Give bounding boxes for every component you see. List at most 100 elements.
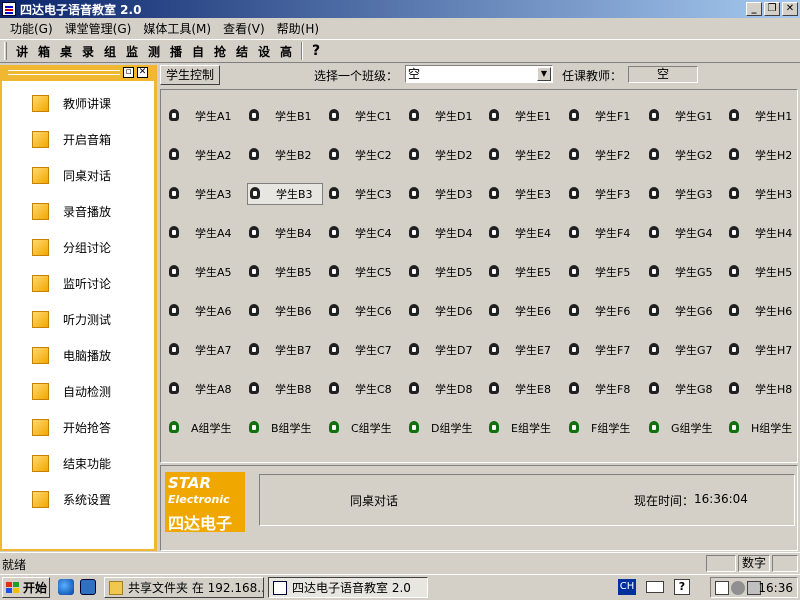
student-seat[interactable]: 学生A2 (167, 144, 232, 166)
student-seat[interactable]: 学生B5 (247, 261, 312, 283)
tool-lecture[interactable]: 讲 (11, 43, 33, 60)
sidebar-item-recording-playback[interactable]: 录音播放 (32, 201, 111, 221)
title-bar[interactable]: 四达电子语音教室 2.0 _ ❐ ✕ (0, 0, 800, 18)
student-seat[interactable]: 学生A1 (167, 105, 232, 127)
keyboard-icon[interactable] (646, 581, 664, 593)
tool-settings[interactable]: 设 (253, 43, 275, 60)
taskbar-clock[interactable]: 16:36 (758, 581, 793, 595)
group-seat[interactable]: A组学生 (167, 417, 232, 439)
student-seat[interactable]: 学生G3 (647, 183, 713, 205)
student-seat[interactable]: 学生D7 (407, 339, 472, 361)
student-seat[interactable]: 学生E3 (487, 183, 551, 205)
maximize-button[interactable]: ❐ (764, 2, 780, 16)
student-seat[interactable]: 学生D3 (407, 183, 472, 205)
menu-view[interactable]: 查看(V) (217, 20, 271, 37)
student-seat[interactable]: 学生F4 (567, 222, 630, 244)
menu-function[interactable]: 功能(G) (4, 20, 59, 37)
student-seat[interactable]: 学生A7 (167, 339, 232, 361)
student-seat[interactable]: 学生E6 (487, 300, 551, 322)
student-seat[interactable]: 学生B1 (247, 105, 312, 127)
student-seat[interactable]: 学生C3 (327, 183, 392, 205)
toolbar-grip[interactable] (4, 42, 7, 60)
student-seat[interactable]: 学生C6 (327, 300, 392, 322)
student-seat[interactable]: 学生H1 (727, 105, 792, 127)
sidebar-item-computer-playback[interactable]: 电脑播放 (32, 345, 111, 365)
student-seat[interactable]: 学生D1 (407, 105, 472, 127)
student-seat[interactable]: 学生H3 (727, 183, 792, 205)
group-seat[interactable]: H组学生 (727, 417, 792, 439)
student-seat[interactable]: 学生D4 (407, 222, 472, 244)
menu-help[interactable]: 帮助(H) (271, 20, 325, 37)
class-select[interactable]: 空 ▼ (405, 65, 553, 83)
student-seat[interactable]: 学生C2 (327, 144, 392, 166)
student-seat[interactable]: 学生H6 (727, 300, 792, 322)
student-seat[interactable]: 学生G4 (647, 222, 713, 244)
tool-advanced[interactable]: 高 (275, 43, 297, 60)
student-seat[interactable]: 学生G1 (647, 105, 713, 127)
tool-speaker[interactable]: 箱 (33, 43, 55, 60)
sidebar-item-listening-test[interactable]: 听力测试 (32, 309, 111, 329)
speaker-icon[interactable] (731, 581, 745, 595)
sidebar-item-desk-dialog[interactable]: 同桌对话 (32, 165, 111, 185)
student-seat[interactable]: 学生C7 (327, 339, 392, 361)
student-seat[interactable]: 学生B2 (247, 144, 312, 166)
internet-explorer-icon[interactable] (58, 579, 74, 595)
student-seat[interactable]: 学生A3 (167, 183, 232, 205)
start-button[interactable]: 开始 (2, 577, 50, 598)
sidebar-item-monitor-discussion[interactable]: 监听讨论 (32, 273, 111, 293)
student-seat[interactable]: 学生H2 (727, 144, 792, 166)
menu-class-management[interactable]: 课堂管理(G) (59, 20, 138, 37)
sidebar-item-auto-check[interactable]: 自动检测 (32, 381, 111, 401)
tool-end[interactable]: 结 (231, 43, 253, 60)
student-seat[interactable]: 学生B3 (247, 183, 323, 205)
sidebar-item-teacher-lecture[interactable]: 教师讲课 (32, 93, 111, 113)
close-button[interactable]: ✕ (782, 2, 798, 16)
student-seat[interactable]: 学生F5 (567, 261, 630, 283)
tool-group[interactable]: 组 (99, 43, 121, 60)
student-seat[interactable]: 学生G8 (647, 378, 713, 400)
student-seat[interactable]: 学生F8 (567, 378, 630, 400)
sidebar-item-system-settings[interactable]: 系统设置 (32, 489, 111, 509)
sidebar-item-open-speaker[interactable]: 开启音箱 (32, 129, 111, 149)
student-seat[interactable]: 学生C1 (327, 105, 392, 127)
student-seat[interactable]: 学生D8 (407, 378, 472, 400)
sidebar-item-group-discussion[interactable]: 分组讨论 (32, 237, 111, 257)
task-voice-classroom[interactable]: 四达电子语音教室 2.0 (268, 577, 428, 598)
student-seat[interactable]: 学生F1 (567, 105, 630, 127)
group-seat[interactable]: D组学生 (407, 417, 472, 439)
student-seat[interactable]: 学生D2 (407, 144, 472, 166)
student-seat[interactable]: 学生H5 (727, 261, 792, 283)
tool-play[interactable]: 播 (165, 43, 187, 60)
task-shared-folder[interactable]: 共享文件夹 在 192.168... (104, 577, 264, 598)
student-seat[interactable]: 学生E8 (487, 378, 551, 400)
tool-record[interactable]: 录 (77, 43, 99, 60)
student-seat[interactable]: 学生B8 (247, 378, 312, 400)
student-seat[interactable]: 学生E4 (487, 222, 551, 244)
group-seat[interactable]: E组学生 (487, 417, 551, 439)
student-seat[interactable]: 学生G2 (647, 144, 713, 166)
student-seat[interactable]: 学生C5 (327, 261, 392, 283)
student-seat[interactable]: 学生C4 (327, 222, 392, 244)
student-seat[interactable]: 学生G7 (647, 339, 713, 361)
student-seat[interactable]: 学生D6 (407, 300, 472, 322)
student-seat[interactable]: 学生F2 (567, 144, 630, 166)
student-seat[interactable]: 学生G5 (647, 261, 713, 283)
help-icon[interactable]: ? (674, 579, 690, 595)
student-seat[interactable]: 学生E7 (487, 339, 551, 361)
menu-media-tools[interactable]: 媒体工具(M) (137, 20, 217, 37)
tool-quiz[interactable]: 抢 (209, 43, 231, 60)
student-seat[interactable]: 学生E2 (487, 144, 551, 166)
group-seat[interactable]: B组学生 (247, 417, 312, 439)
dropdown-arrow-icon[interactable]: ▼ (537, 67, 551, 81)
group-seat[interactable]: C组学生 (327, 417, 392, 439)
student-seat[interactable]: 学生A6 (167, 300, 232, 322)
student-seat[interactable]: 学生B6 (247, 300, 312, 322)
tool-monitor[interactable]: 监 (121, 43, 143, 60)
student-seat[interactable]: 学生B4 (247, 222, 312, 244)
student-seat[interactable]: 学生D5 (407, 261, 472, 283)
student-seat[interactable]: 学生B7 (247, 339, 312, 361)
student-seat[interactable]: 学生H4 (727, 222, 792, 244)
tool-auto[interactable]: 自 (187, 43, 209, 60)
student-seat[interactable]: 学生F7 (567, 339, 630, 361)
help-question-icon[interactable]: ? (307, 43, 325, 59)
